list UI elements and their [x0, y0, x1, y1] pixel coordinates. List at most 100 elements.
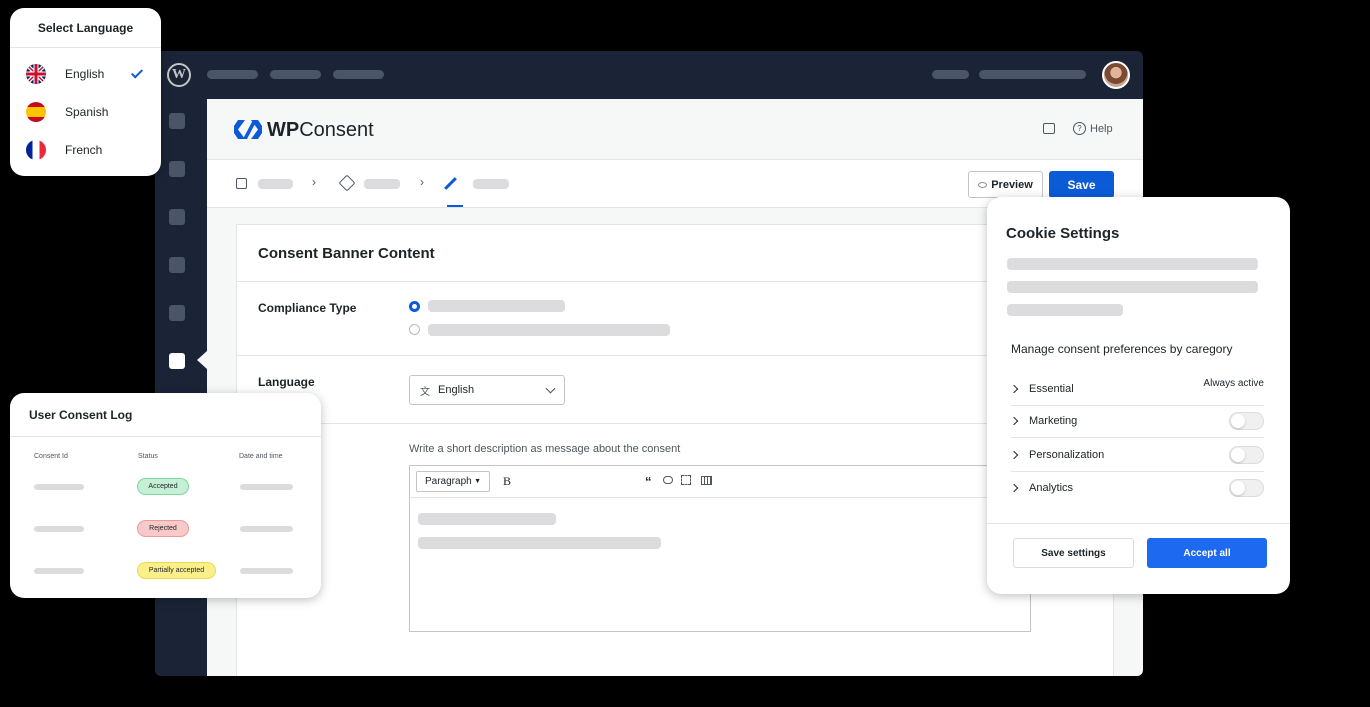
category-essential[interactable]: Essential Always active [1009, 372, 1264, 406]
status-badge: Partially accepted [137, 562, 216, 579]
language-select-value: English [438, 384, 475, 396]
chevron-right-icon [1009, 416, 1019, 425]
admin-bar-right-1[interactable] [932, 70, 969, 79]
category-personalization[interactable]: Personalization [1009, 438, 1264, 472]
paragraph-select[interactable]: Paragraph ▼ [416, 471, 490, 492]
user-avatar[interactable] [1102, 61, 1130, 89]
save-button[interactable]: Save [1049, 171, 1114, 198]
category-marketing[interactable]: Marketing [1009, 404, 1264, 438]
admin-bar-menu-3[interactable] [333, 70, 384, 79]
save-settings-button[interactable]: Save settings [1013, 538, 1134, 568]
active-step-underline [447, 205, 463, 207]
sidebar-item-3[interactable] [169, 209, 185, 225]
plugin-header: WPConsent ? Help [207, 99, 1143, 160]
sidebar-item-2[interactable] [169, 161, 185, 177]
always-active-label: Always active [1203, 378, 1264, 389]
sidebar-item-wpconsent[interactable] [169, 353, 185, 369]
paint-bucket-icon[interactable] [338, 174, 356, 192]
spain-flag-icon [26, 102, 46, 122]
row-2-id [34, 526, 84, 532]
compliance-radio-1[interactable] [409, 301, 420, 312]
bold-button[interactable]: B [503, 474, 511, 489]
translate-icon: 文 [420, 386, 430, 398]
col-header-date: Date and time [239, 453, 283, 460]
inbox-icon[interactable] [1043, 123, 1055, 134]
category-personalization-label: Personalization [1029, 448, 1105, 461]
row-3-id [34, 568, 84, 574]
checkmark-icon [130, 66, 144, 79]
category-analytics[interactable]: Analytics [1009, 471, 1264, 505]
brand-name: WPConsent [267, 119, 374, 141]
language-label: Language [258, 375, 315, 389]
description-prompt: Write a short description as message abo… [409, 443, 681, 455]
language-card-title: Select Language [37, 21, 134, 35]
chevron-right-icon: › [312, 175, 316, 189]
category-analytics-label: Analytics [1029, 482, 1074, 494]
editor-line-2 [418, 537, 661, 549]
eye-icon [978, 181, 988, 188]
step-1-label[interactable] [258, 179, 293, 189]
editor-toolbar: Paragraph ▼ B “ [410, 466, 1030, 498]
compliance-radio-2[interactable] [409, 324, 420, 335]
help-icon: ? [1073, 122, 1086, 135]
sidebar-item-1[interactable] [169, 113, 185, 129]
cookie-text-line-3 [1007, 304, 1123, 316]
admin-bar-menu-1[interactable] [207, 70, 258, 79]
quote-icon[interactable]: “ [645, 474, 652, 489]
row-3-date [240, 568, 293, 574]
table-icon[interactable] [701, 476, 712, 485]
paragraph-label: Paragraph [425, 476, 472, 487]
log-card-title: User Consent Log [29, 408, 133, 422]
cookie-card-title: Cookie Settings [1006, 225, 1120, 242]
cookie-text-line-1 [1007, 258, 1258, 270]
language-option-spanish[interactable]: Spanish [10, 93, 161, 131]
language-spanish-label: Spanish [65, 105, 109, 119]
accept-all-button[interactable]: Accept all [1147, 538, 1267, 568]
fullscreen-icon[interactable] [681, 475, 691, 485]
chevron-down-icon [545, 383, 556, 393]
language-select[interactable]: 文 English [409, 375, 565, 405]
category-marketing-label: Marketing [1029, 414, 1078, 427]
chevron-right-icon [1009, 483, 1019, 493]
status-badge: Accepted [137, 478, 189, 495]
help-button[interactable]: ? Help [1073, 122, 1113, 135]
chevron-right-icon [1009, 384, 1019, 393]
card-title: Consent Banner Content [258, 245, 435, 262]
status-badge: Rejected [137, 520, 189, 537]
editor-line-1 [418, 513, 556, 525]
sidebar-active-pointer [197, 351, 207, 369]
language-option-english[interactable]: English [10, 55, 161, 93]
admin-bar-menu-2[interactable] [270, 70, 321, 79]
copy-step-icon[interactable] [236, 178, 247, 189]
preview-button[interactable]: Preview [968, 171, 1043, 198]
compliance-option-1 [428, 300, 565, 312]
preview-label: Preview [991, 178, 1033, 191]
row-2-date [240, 526, 293, 532]
pencil-icon[interactable] [444, 177, 457, 190]
link-icon[interactable] [663, 476, 673, 484]
rich-text-editor[interactable]: Paragraph ▼ B “ [409, 465, 1031, 632]
marketing-toggle[interactable] [1229, 411, 1264, 430]
personalization-toggle[interactable] [1229, 445, 1264, 464]
france-flag-icon [26, 140, 46, 160]
step-2-label[interactable] [364, 179, 400, 189]
chevron-right-icon: › [420, 175, 424, 189]
compliance-option-2 [428, 324, 670, 336]
sidebar-item-5[interactable] [169, 305, 185, 321]
cookie-settings-card: Cookie Settings Manage consent preferenc… [987, 197, 1290, 594]
caret-down-icon: ▼ [474, 478, 481, 485]
language-option-french[interactable]: French [10, 131, 161, 169]
cookie-card-subtitle: Manage consent preferences by caregory [1011, 342, 1233, 356]
col-header-status: Status [138, 453, 158, 460]
analytics-toggle[interactable] [1229, 479, 1264, 497]
wordpress-logo-icon[interactable]: W [167, 63, 191, 87]
sidebar-item-4[interactable] [169, 257, 185, 273]
help-label: Help [1090, 122, 1113, 135]
language-english-label: English [65, 67, 105, 81]
cookie-text-line-2 [1007, 281, 1258, 293]
chevron-right-icon [1009, 450, 1019, 459]
step-3-label[interactable] [473, 179, 509, 189]
wpconsent-logo-icon [234, 120, 262, 144]
admin-bar-right-2[interactable] [979, 70, 1086, 79]
row-1-id [34, 484, 84, 490]
